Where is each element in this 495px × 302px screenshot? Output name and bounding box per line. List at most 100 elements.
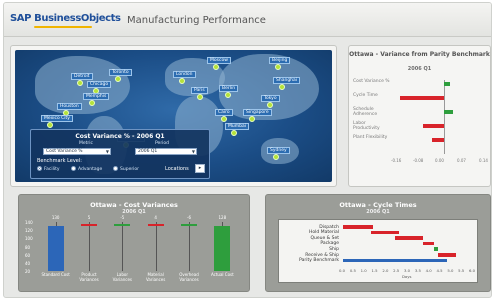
city-dot[interactable] — [115, 76, 121, 82]
dashboard-frame: SAP BusinessObjects Manufacturing Perfor… — [3, 2, 492, 298]
cycle-x-tick: 4.0 — [425, 268, 432, 274]
world-map[interactable]: Detroit Chicago Toronto Memphis Houston Mexic… — [15, 50, 332, 182]
city-label: Paris — [191, 87, 208, 94]
city-dot[interactable] — [279, 84, 285, 90]
cycle-x-tick: 2.0 — [382, 268, 389, 274]
cost-bar[interactable] — [47, 225, 64, 271]
city-dot[interactable] — [47, 122, 53, 128]
cycle-x-tick: 1.0 — [360, 268, 367, 274]
radio-superior[interactable]: Superior — [113, 166, 139, 172]
city-label: Memphis — [83, 93, 110, 100]
cycle-chart: Dispatch Hold Material Queue & Set Package S… — [278, 219, 478, 283]
radio-advantage[interactable]: Advantage — [71, 166, 102, 172]
cost-bar-value: 128 — [218, 215, 227, 220]
radio-facility[interactable]: Facility — [37, 166, 60, 172]
cost-bar[interactable] — [181, 224, 197, 227]
period-caption: Period — [155, 141, 170, 146]
city-label: Singapore — [243, 109, 272, 116]
city-dot[interactable] — [231, 130, 237, 136]
cost-y-tick: 140 — [25, 220, 33, 225]
city-dot[interactable] — [89, 100, 95, 106]
city-label: London — [173, 71, 196, 78]
cycle-x-tick: 3.5 — [414, 268, 421, 274]
cost-bar-value: -5 — [120, 215, 125, 220]
cost-bar[interactable] — [81, 223, 97, 226]
variance-bar[interactable] — [432, 138, 444, 142]
cycle-x-tick: 2.5 — [393, 268, 400, 274]
variance-category-label: Labor Productivity — [353, 121, 380, 131]
period-dropdown[interactable]: 2006 Q1 ▼ — [135, 148, 197, 155]
variance-x-tick: -0.08 — [413, 158, 424, 163]
app-header: SAP BusinessObjects Manufacturing Perfor… — [4, 3, 491, 37]
city-dot[interactable] — [213, 64, 219, 70]
cost-connector — [189, 222, 190, 271]
cycle-category-label: Receive & Ship — [305, 252, 339, 258]
cost-y-tick: 80 — [25, 244, 31, 250]
cost-connector — [155, 222, 157, 271]
cost-connector — [89, 222, 90, 271]
city-dot[interactable] — [273, 154, 279, 160]
cycle-bar[interactable] — [343, 258, 447, 263]
cycle-chart-panel: Ottawa - Cycle Times 2006 Q1 Dispatch Hol… — [265, 194, 491, 292]
city-dot[interactable] — [225, 92, 231, 98]
cost-bar[interactable] — [114, 223, 131, 226]
cost-category-label: Actual Cost — [210, 272, 234, 277]
cycle-x-tick: 3.0 — [404, 268, 411, 274]
cycle-bar[interactable] — [438, 253, 456, 257]
city-label: Detroit — [71, 73, 93, 80]
cycle-x-tick: 1.5 — [371, 268, 378, 274]
cycle-bar[interactable] — [343, 225, 374, 229]
sap-logo: SAP BusinessObjects — [10, 13, 121, 24]
cost-category-label: Overhead Variances — [179, 272, 199, 282]
period-dropdown-value: 2006 Q1 — [138, 149, 158, 154]
cycle-bar[interactable] — [371, 230, 400, 235]
city-dot[interactable] — [179, 78, 185, 84]
variance-bar[interactable] — [443, 110, 453, 114]
city-label: Mexico City — [41, 115, 73, 122]
cycle-category-label: Parity Benchmark — [299, 258, 339, 264]
city-label: Tokyo — [261, 95, 280, 102]
city-dot[interactable] — [197, 94, 203, 100]
radio-dot — [71, 166, 76, 171]
cost-bar[interactable] — [147, 224, 164, 226]
city-label: Beijing — [269, 57, 291, 64]
selector-title: Cost Variance % - 2006 Q1 — [75, 133, 165, 140]
locations-button[interactable]: ▸ — [195, 164, 205, 173]
cost-chart-panel: Ottawa - Cost Variances 2006 Q1 140 120 10… — [18, 194, 250, 292]
cost-chart: 140 120 100 80 60 40 20 130 Standard Cost 5 Produc… — [25, 215, 239, 281]
cycle-x-caption: Days — [402, 274, 412, 280]
city-dot[interactable] — [221, 116, 227, 122]
variance-chart-panel: Ottawa - Variance from Parity Benchmark … — [348, 45, 491, 187]
variance-bar[interactable] — [443, 82, 450, 86]
variance-category-label: Cycle Time — [353, 93, 378, 98]
variance-category-label: Schedule Adherence — [353, 107, 378, 117]
cycle-x-tick: 5.5 — [458, 268, 465, 274]
cost-bar[interactable] — [214, 226, 231, 271]
city-dot[interactable] — [267, 102, 273, 108]
radio-dot — [113, 166, 118, 171]
benchmark-caption: Benchmark Level: — [37, 158, 82, 164]
city-dot[interactable] — [249, 116, 255, 122]
cycle-chart-subtitle: 2006 Q1 — [366, 209, 390, 215]
cycle-category-label: Package — [320, 241, 339, 247]
variance-bar[interactable] — [423, 124, 444, 128]
city-label: Moscow — [207, 57, 231, 64]
cycle-x-tick: 4.5 — [436, 268, 443, 274]
logo-swoosh — [34, 26, 92, 28]
cost-y-tick: 60 — [25, 252, 31, 258]
zero-line — [443, 80, 445, 154]
chevron-down-icon: ▼ — [191, 149, 195, 154]
cost-category-label: Standard Cost — [41, 272, 70, 277]
variance-bar[interactable] — [399, 96, 444, 100]
variance-chart-title: Ottawa - Variance from Parity Benchmark — [349, 51, 490, 58]
cycle-bar[interactable] — [434, 247, 439, 251]
variance-chart-subtitle: 2006 Q1 — [407, 66, 432, 72]
cycle-bar[interactable] — [395, 236, 424, 240]
cycle-bar[interactable] — [423, 241, 434, 246]
city-dot[interactable] — [77, 80, 83, 86]
metric-dropdown[interactable]: Cost Variance % ▼ — [43, 148, 111, 155]
cycle-x-tick: 6.0 — [469, 268, 476, 274]
radio-label: Advantage — [78, 167, 103, 172]
radio-label: Superior — [120, 167, 140, 172]
city-dot[interactable] — [275, 64, 281, 70]
